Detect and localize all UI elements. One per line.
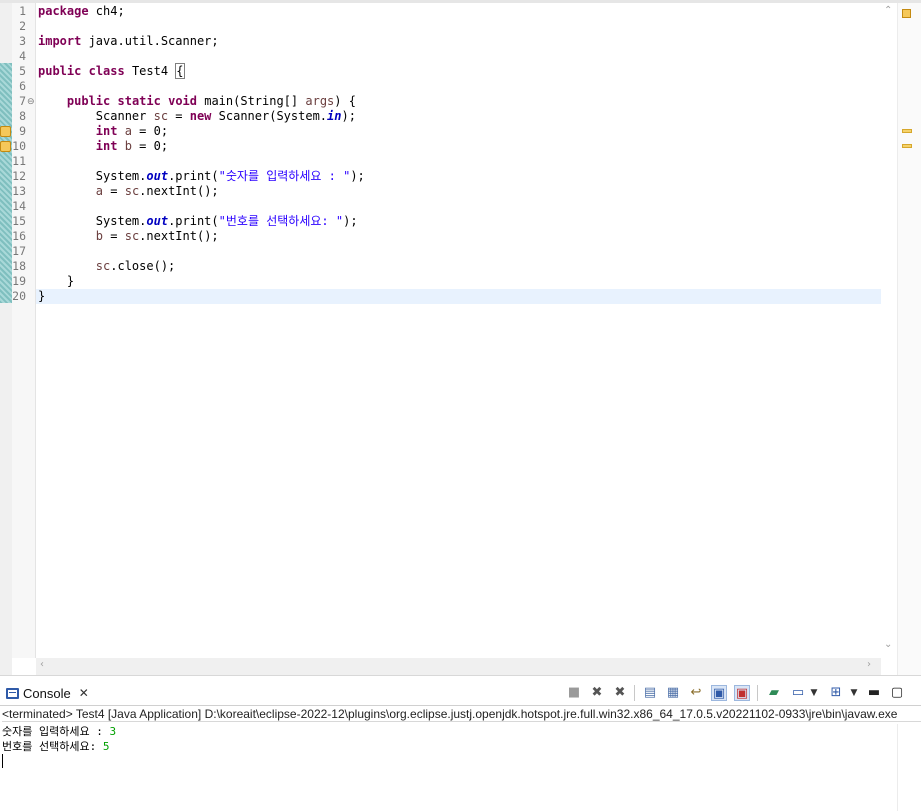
clear-console-icon[interactable]: ▤ [642, 685, 658, 701]
terminate-icon[interactable]: ■ [566, 685, 582, 701]
code-line[interactable]: } [38, 289, 45, 304]
toolbar-separator [757, 685, 758, 701]
scroll-lock-icon[interactable]: ▦ [665, 685, 681, 701]
chevron-down-icon[interactable]: ▼ [846, 685, 862, 701]
line-number: 5 [19, 64, 26, 78]
line-number: 13 [12, 184, 26, 198]
editor-top-border [0, 0, 921, 3]
remove-launch-icon[interactable]: ✖ [589, 685, 605, 701]
line-number: 7 [19, 94, 26, 108]
line-number: 17 [12, 244, 26, 258]
console-caret-line [2, 754, 116, 772]
warning-summary-icon[interactable] [902, 9, 911, 18]
word-wrap-icon[interactable]: ↩ [688, 685, 704, 701]
overview-warning-marker[interactable] [902, 129, 912, 133]
code-line[interactable]: public static void main(String[] args) { [38, 94, 356, 109]
console-output-line: 숫자를 입력하세요 : 3 [2, 725, 117, 738]
code-line[interactable]: int b = 0; [38, 139, 168, 154]
code-line[interactable]: System.out.print("번호를 선택하세요: "); [38, 214, 358, 229]
line-number: 3 [19, 34, 26, 48]
display-selected-console-icon[interactable]: ▭ [790, 685, 806, 701]
line-number: 19 [12, 274, 26, 288]
console-input-value: 3 [109, 725, 117, 738]
code-editor[interactable]: 1 package ch4; 2 3 import java.util.Scanner;… [0, 0, 921, 675]
code-line[interactable]: package ch4; [38, 4, 125, 19]
editor-vertical-scrollbar[interactable]: ⌃ ⌄ [881, 3, 897, 658]
console-output[interactable]: 숫자를 입력하세요 : 3 번호를 선택하세요: 5 [2, 724, 116, 772]
tab-console-label: Console [23, 685, 71, 701]
fold-collapse-icon[interactable]: ⊖ [27, 97, 35, 107]
code-line[interactable]: } [38, 274, 74, 289]
maximize-icon[interactable]: ▢ [889, 685, 905, 701]
console-output-line: 번호를 선택하세요: 5 [2, 740, 110, 753]
line-number: 16 [12, 229, 26, 243]
scroll-right-icon[interactable]: › [867, 659, 871, 670]
code-line[interactable]: b = sc.nextInt(); [38, 229, 219, 244]
toolbar-separator [634, 685, 635, 701]
show-on-stderr-icon[interactable]: ▣ [734, 685, 750, 701]
line-number: 15 [12, 214, 26, 228]
chevron-down-icon[interactable]: ▼ [806, 685, 822, 701]
code-line[interactable]: a = sc.nextInt(); [38, 184, 219, 199]
minimize-icon[interactable]: ▬ [866, 685, 882, 701]
code-line[interactable]: sc.close(); [38, 259, 175, 274]
code-line[interactable]: System.out.print("숫자를 입력하세요 : "); [38, 169, 365, 184]
line-number: 11 [12, 154, 26, 168]
line-number: 4 [19, 49, 26, 63]
current-line-highlight [36, 289, 881, 304]
warning-icon[interactable] [0, 141, 11, 152]
overview-warning-marker[interactable] [902, 144, 912, 148]
scroll-left-icon[interactable]: ‹ [40, 659, 44, 670]
code-line[interactable]: Scanner sc = new Scanner(System.in); [38, 109, 356, 124]
text-caret [2, 754, 3, 768]
console-icon [6, 687, 19, 699]
line-number: 1 [19, 4, 26, 18]
console-view: Console ✕ ■ ✖ ✖ ▤ ▦ ↩ ▣ ▣ ▰ ▭ ▼ ⊞ ▼ ▬ ▢ … [0, 675, 921, 811]
console-vertical-scrollbar[interactable] [897, 724, 921, 811]
console-process-label: <terminated> Test4 [Java Application] D:… [2, 706, 921, 722]
line-number: 2 [19, 19, 26, 33]
pin-console-icon[interactable]: ▰ [766, 685, 782, 701]
show-on-stdout-icon[interactable]: ▣ [711, 685, 727, 701]
editor-horizontal-scrollbar[interactable]: ‹ › [36, 658, 881, 675]
open-console-icon[interactable]: ⊞ [828, 685, 844, 701]
scroll-down-icon[interactable]: ⌄ [884, 639, 892, 650]
line-number: 8 [19, 109, 26, 123]
close-tab-icon[interactable]: ✕ [79, 686, 89, 700]
line-number: 6 [19, 79, 26, 93]
line-number: 14 [12, 199, 26, 213]
tab-console[interactable]: Console ✕ [0, 680, 92, 706]
console-input-value: 5 [102, 740, 110, 753]
line-number: 20 [12, 289, 26, 303]
remove-all-terminated-icon[interactable]: ✖ [612, 685, 628, 701]
scroll-up-icon[interactable]: ⌃ [884, 5, 892, 16]
line-number: 18 [12, 259, 26, 273]
warning-icon[interactable] [0, 126, 11, 137]
code-line[interactable]: import java.util.Scanner; [38, 34, 219, 49]
console-tab-bar: Console ✕ ■ ✖ ✖ ▤ ▦ ↩ ▣ ▣ ▰ ▭ ▼ ⊞ ▼ ▬ ▢ [0, 676, 921, 706]
line-number: 12 [12, 169, 26, 183]
code-line[interactable]: int a = 0; [38, 124, 168, 139]
code-line[interactable]: public class Test4 { [38, 63, 185, 79]
overview-ruler[interactable] [897, 3, 921, 675]
